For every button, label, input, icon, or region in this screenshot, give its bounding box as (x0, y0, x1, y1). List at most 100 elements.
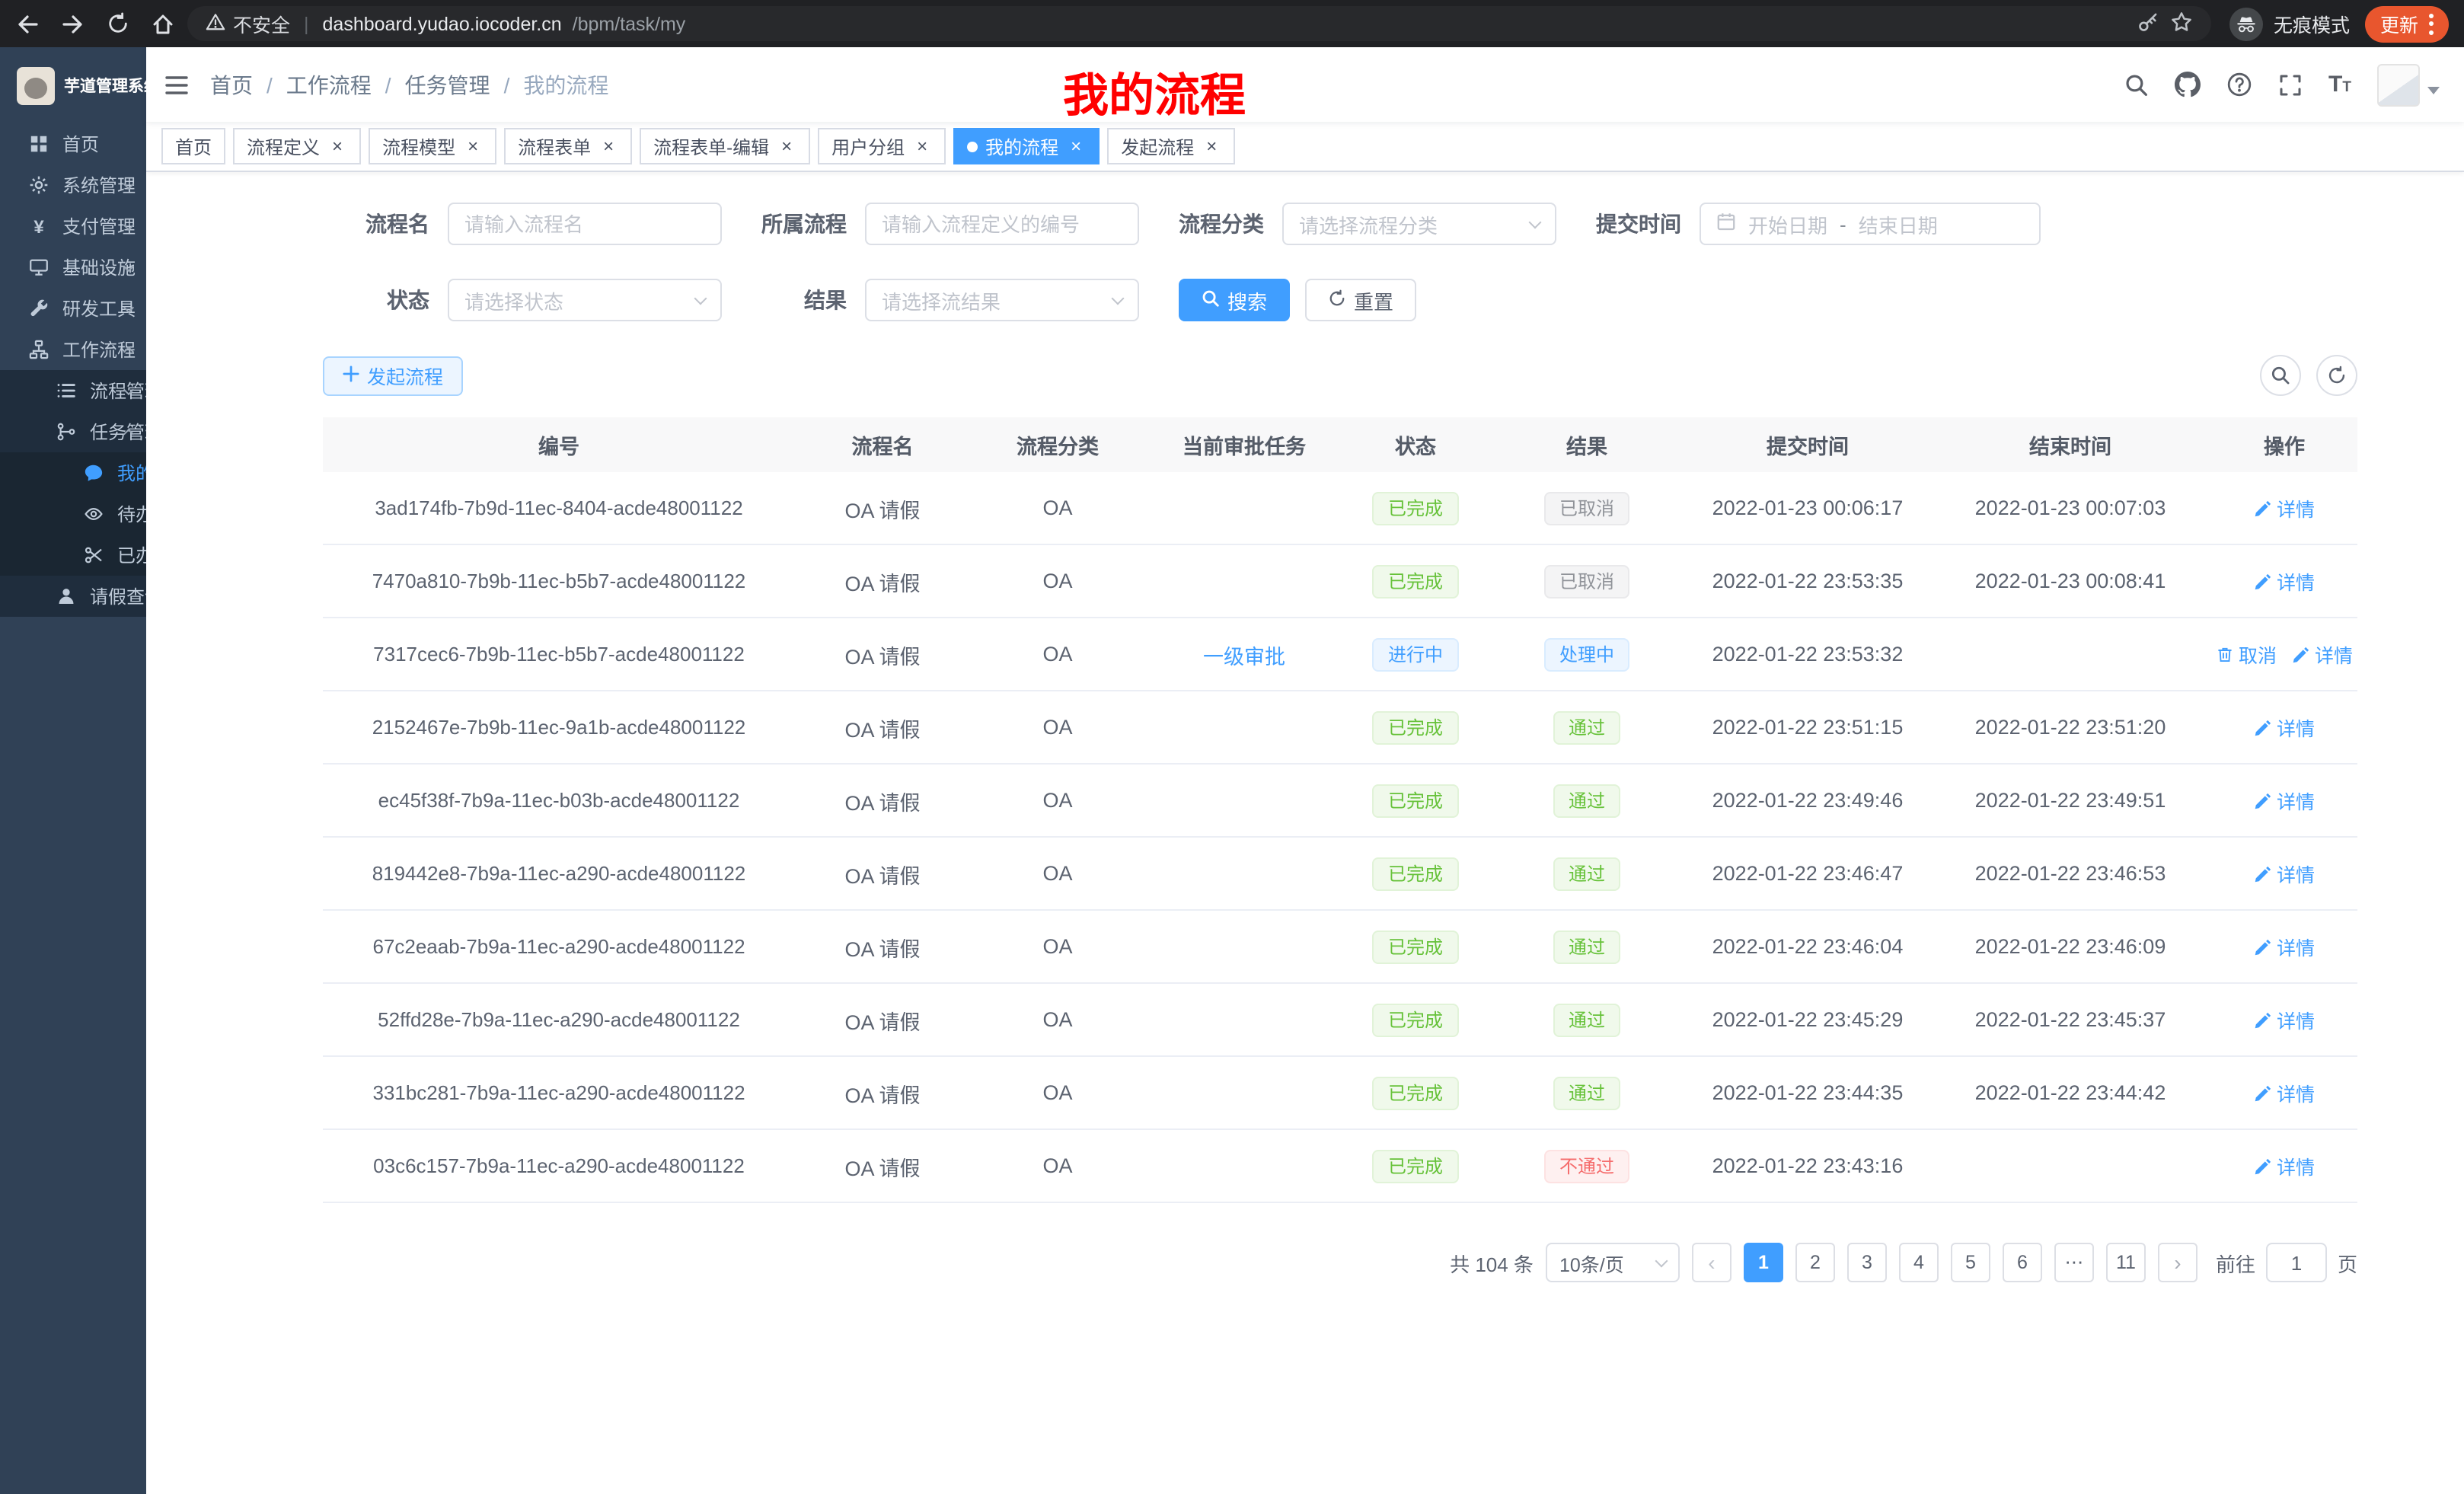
passwords-key-icon[interactable] (2137, 10, 2159, 37)
browser-menu-icon[interactable] (2429, 13, 2434, 34)
action-detail-link[interactable]: 详情 (2254, 859, 2315, 888)
page-button[interactable]: 5 (1951, 1243, 1990, 1282)
breadcrumb-task-management[interactable]: 任务管理 (405, 69, 490, 100)
sidebar-item-infrastructure[interactable]: 基础设施 (0, 247, 146, 288)
table-row[interactable]: 03c6c157-7b9a-11ec-a290-acde48001122 OA … (323, 1130, 2357, 1203)
search-button[interactable]: 搜索 (1179, 279, 1290, 321)
home-icon[interactable] (151, 11, 175, 36)
tab-process-definition[interactable]: 流程定义× (233, 128, 361, 164)
table-row[interactable]: 819442e8-7b9a-11ec-a290-acde48001122 OA … (323, 838, 2357, 911)
reload-icon[interactable] (107, 12, 129, 35)
action-detail-link[interactable]: 详情 (2254, 1151, 2315, 1180)
sidebar-item-home[interactable]: 首页 (0, 123, 146, 164)
sidebar-item-done-tasks[interactable]: 已办任务 (0, 535, 146, 576)
sidebar-item-process-management[interactable]: 流程管理 (0, 370, 146, 411)
action-detail-link[interactable]: 详情 (2254, 493, 2315, 522)
action-detail-link[interactable]: 详情 (2254, 786, 2315, 815)
process-name-input[interactable] (448, 203, 722, 245)
tab-close-icon[interactable]: × (463, 136, 483, 156)
table-row[interactable]: 67c2eaab-7b9a-11ec-a290-acde48001122 OA … (323, 911, 2357, 984)
tab-close-icon[interactable]: × (912, 136, 932, 156)
category-select[interactable]: 请选择流程分类 (1282, 203, 1556, 245)
prev-page-button[interactable]: ‹ (1692, 1243, 1732, 1282)
page-button-active[interactable]: 1 (1744, 1243, 1783, 1282)
sidebar-item-my-process[interactable]: 我的流程 (0, 452, 146, 493)
wrench-icon (29, 298, 49, 318)
app-logo[interactable]: 芋道管理系统 (0, 47, 146, 123)
search-icon[interactable] (2124, 72, 2149, 97)
sidebar-item-todo-tasks[interactable]: 待办任务 (0, 493, 146, 535)
action-detail-link[interactable]: 详情 (2292, 640, 2353, 669)
tab-my-process[interactable]: 我的流程× (953, 128, 1100, 164)
table-row[interactable]: 7470a810-7b9b-11ec-b5b7-acde48001122 OA … (323, 545, 2357, 618)
table-header: 编号 流程名 流程分类 当前审批任务 状态 结果 提交时间 结束时间 操作 (323, 417, 2357, 472)
page-button[interactable]: 4 (1899, 1243, 1939, 1282)
breadcrumb-workflow[interactable]: 工作流程 (286, 69, 372, 100)
page-button[interactable]: ⋯ (2054, 1243, 2094, 1282)
font-size-icon[interactable]: TT (2328, 72, 2351, 97)
pagination: 共 104 条 10条/页 ‹ 123456⋯11 › 前往 页 (323, 1243, 2357, 1282)
status-select[interactable]: 请选择状态 (448, 279, 722, 321)
current-task-link[interactable]: 一级审批 (1203, 645, 1285, 668)
cell-actions: 详情 (2211, 786, 2357, 815)
result-select[interactable]: 请选择流结果 (865, 279, 1139, 321)
tab-close-icon[interactable]: × (777, 136, 796, 156)
refresh-table-button[interactable] (2316, 355, 2357, 396)
table-row[interactable]: 52ffd28e-7b9a-11ec-a290-acde48001122 OA … (323, 984, 2357, 1057)
table-row[interactable]: 331bc281-7b9a-11ec-a290-acde48001122 OA … (323, 1057, 2357, 1130)
sidebar-item-system[interactable]: 系统管理 (0, 164, 146, 206)
list-icon (56, 381, 76, 401)
page-button[interactable]: 2 (1795, 1243, 1835, 1282)
page-size-select[interactable]: 10条/页 (1546, 1243, 1680, 1282)
search-toggle-button[interactable] (2260, 355, 2301, 396)
table-row[interactable]: 7317cec6-7b9b-11ec-b5b7-acde48001122 OA … (323, 618, 2357, 691)
status-tag: 已完成 (1373, 784, 1458, 817)
action-detail-link[interactable]: 详情 (2254, 1005, 2315, 1034)
submit-time-range[interactable]: 开始日期 - 结束日期 (1700, 203, 2041, 245)
page-button[interactable]: 6 (2003, 1243, 2042, 1282)
action-detail-link[interactable]: 详情 (2254, 567, 2315, 595)
breadcrumb-home[interactable]: 首页 (210, 69, 253, 100)
sidebar-item-leave-query[interactable]: 请假查询 (0, 576, 146, 617)
tab-close-icon[interactable]: × (1066, 136, 1086, 156)
sidebar-item-workflow[interactable]: 工作流程 (0, 329, 146, 370)
tab-process-form[interactable]: 流程表单× (504, 128, 632, 164)
table-row[interactable]: 2152467e-7b9b-11ec-9a1b-acde48001122 OA … (323, 691, 2357, 765)
sidebar-item-task-management[interactable]: 任务管理 (0, 411, 146, 452)
action-detail-link[interactable]: 详情 (2254, 713, 2315, 742)
tab-process-form-edit[interactable]: 流程表单-编辑× (640, 128, 810, 164)
action-detail-link[interactable]: 详情 (2254, 1078, 2315, 1107)
start-process-button[interactable]: 发起流程 (323, 356, 463, 395)
page-button[interactable]: 11 (2106, 1243, 2146, 1282)
address-bar[interactable]: 不安全 | dashboard.yudao.iocoder.cn/bpm/tas… (187, 6, 2211, 41)
sidebar-item-payment[interactable]: ¥ 支付管理 (0, 206, 146, 247)
sidebar-item-devtools[interactable]: 研发工具 (0, 288, 146, 329)
fullscreen-icon[interactable] (2278, 72, 2303, 97)
help-icon[interactable] (2226, 72, 2252, 97)
bookmark-star-icon[interactable] (2170, 10, 2193, 37)
tab-close-icon[interactable]: × (327, 136, 347, 156)
action-cancel-link[interactable]: 取消 (2216, 640, 2277, 669)
tab-process-model[interactable]: 流程模型× (369, 128, 496, 164)
tab-user-group[interactable]: 用户分组× (818, 128, 946, 164)
reset-button[interactable]: 重置 (1305, 279, 1416, 321)
tab-close-icon[interactable]: × (1202, 136, 1221, 156)
page-button[interactable]: 3 (1847, 1243, 1887, 1282)
github-icon[interactable] (2175, 72, 2201, 97)
sidebar-toggle-icon[interactable] (164, 72, 189, 97)
table-row[interactable]: ec45f38f-7b9a-11ec-b03b-acde48001122 OA … (323, 765, 2357, 838)
tab-home[interactable]: 首页 (161, 128, 225, 164)
action-detail-link[interactable]: 详情 (2254, 932, 2315, 961)
tab-start-process[interactable]: 发起流程× (1107, 128, 1235, 164)
update-button[interactable]: 更新 (2365, 5, 2449, 42)
back-icon[interactable] (15, 11, 40, 36)
user-menu[interactable] (2377, 63, 2440, 106)
table-body: 3ad174fb-7b9d-11ec-8404-acde48001122 OA … (323, 472, 2357, 1203)
forward-icon[interactable] (61, 11, 85, 36)
next-page-button[interactable]: › (2158, 1243, 2197, 1282)
process-definition-input[interactable] (865, 203, 1139, 245)
goto-page-input[interactable] (2266, 1243, 2327, 1282)
table-row[interactable]: 3ad174fb-7b9d-11ec-8404-acde48001122 OA … (323, 472, 2357, 545)
tab-close-icon[interactable]: × (598, 136, 618, 156)
chevron-down-icon (694, 292, 707, 305)
